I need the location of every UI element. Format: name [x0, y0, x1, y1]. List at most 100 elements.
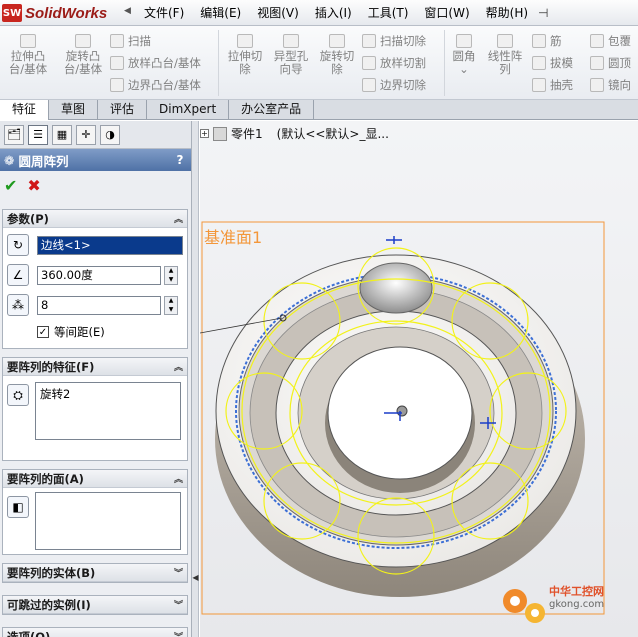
- expand-chevron-icon[interactable]: ︾: [174, 630, 183, 637]
- menu-insert[interactable]: 插入(I): [307, 0, 360, 26]
- rib-button[interactable]: 筋: [532, 32, 562, 50]
- revolve-cut-icon: [329, 34, 345, 48]
- menu-file[interactable]: 文件(F): [136, 0, 192, 26]
- solidworks-logo-icon: SW: [2, 4, 22, 22]
- ok-checkmark-icon[interactable]: ✔: [4, 176, 17, 195]
- linear-pattern-button[interactable]: 线性阵 列: [484, 34, 526, 76]
- pin-menu-icon[interactable]: ⊣: [538, 6, 548, 20]
- features-listbox[interactable]: 旋转2: [35, 382, 181, 440]
- expand-chevron-icon[interactable]: ︾: [174, 566, 183, 579]
- angle-input[interactable]: 360.00度: [37, 265, 161, 285]
- panel-tab-strip: 🗂 ☰ ▦ ✛ ◑: [0, 121, 191, 149]
- faces-to-pattern-heading: 要阵列的面(A): [7, 471, 84, 486]
- face-select-icon: ◧: [7, 496, 29, 518]
- expand-chevron-icon[interactable]: ︾: [174, 598, 183, 611]
- extrude-cut-button[interactable]: 拉伸切 除: [224, 34, 266, 76]
- hole-wizard-button[interactable]: 异型孔 向导: [270, 34, 312, 76]
- display-manager-icon[interactable]: ◑: [100, 124, 120, 145]
- loft-cut-button[interactable]: 放样切割: [362, 54, 426, 72]
- boundary-cut-button[interactable]: 边界切除: [362, 76, 426, 94]
- draft-label: 拔模: [550, 56, 573, 70]
- draft-button[interactable]: 拔模: [532, 54, 573, 72]
- faces-listbox[interactable]: [35, 492, 181, 550]
- options-header[interactable]: 选项(O) ︾: [3, 628, 187, 637]
- tab-sketch[interactable]: 草图: [49, 100, 99, 120]
- equal-spacing-row[interactable]: ✓ 等间距(E): [37, 324, 105, 340]
- dome-label: 圆顶: [608, 56, 631, 70]
- dome-button[interactable]: 圆顶: [590, 54, 631, 72]
- menu-help[interactable]: 帮助(H): [478, 0, 536, 26]
- instance-count-icon: ⁂: [7, 294, 29, 316]
- cancel-x-icon[interactable]: ✖: [27, 176, 40, 195]
- command-manager-tabs: 特征 草图 评估 DimXpert 办公室产品: [0, 100, 638, 120]
- sweep-button[interactable]: 扫描: [110, 32, 151, 50]
- graphics-area[interactable]: + 零件1 (默认<<默认>_显... 基准面1 中华工控网 gkong.com: [200, 121, 638, 637]
- shell-button[interactable]: 抽壳: [532, 76, 573, 94]
- solidworks-logo[interactable]: SW SolidWorks: [2, 2, 122, 24]
- options-heading: 选项(O): [7, 629, 51, 637]
- help-button[interactable]: ?: [173, 153, 187, 167]
- hole-wizard-label-2: 向导: [279, 62, 303, 76]
- parameters-group-header[interactable]: 参数(P) ︽: [3, 210, 187, 228]
- dimxpert-manager-icon[interactable]: ✛: [76, 124, 96, 145]
- hole-wizard-label-1: 异型孔: [273, 49, 309, 63]
- instance-count-spinner[interactable]: ▲ ▼: [164, 295, 178, 315]
- feature-manager-tree-icon[interactable]: 🗂: [4, 124, 24, 145]
- menu-window[interactable]: 窗口(W): [416, 0, 477, 26]
- rolling-ball[interactable]: [359, 262, 433, 314]
- instances-to-skip-header[interactable]: 可跳过的实例(I) ︾: [3, 596, 187, 614]
- property-manager-panel: 🗂 ☰ ▦ ✛ ◑ ❁ 圆周阵列 ? ✔ ✖ 参数(P) ︽ ↻ 边线<1> ∠…: [0, 121, 192, 637]
- collapse-chevron-icon[interactable]: ︽: [174, 212, 183, 225]
- instances-to-skip-heading: 可跳过的实例(I): [7, 597, 91, 612]
- extrude-boss-label-1: 拉伸凸: [10, 49, 46, 63]
- datum-plane-label[interactable]: 基准面1: [204, 224, 262, 248]
- panel-splitter[interactable]: ◀: [192, 121, 199, 637]
- boundary-boss-button[interactable]: 边界凸台/基体: [110, 76, 201, 94]
- model-viewport[interactable]: [200, 121, 638, 637]
- extrude-cut-label-1: 拉伸切: [227, 49, 263, 63]
- property-manager-icon[interactable]: ☰: [28, 124, 48, 145]
- revolve-boss-icon: [75, 34, 91, 48]
- rib-icon: [532, 34, 546, 48]
- extrude-cut-icon: [237, 34, 253, 48]
- angle-spinner[interactable]: ▲ ▼: [164, 265, 178, 285]
- tab-office-products[interactable]: 办公室产品: [229, 100, 315, 120]
- menu-tools[interactable]: 工具(T): [360, 0, 417, 26]
- menu-edit[interactable]: 编辑(E): [192, 0, 249, 26]
- sweep-cut-button[interactable]: 扫描切除: [362, 32, 426, 50]
- tab-features[interactable]: 特征: [0, 100, 50, 120]
- collapse-chevron-icon[interactable]: ︽: [174, 360, 183, 373]
- menu-view[interactable]: 视图(V): [249, 0, 307, 26]
- extrude-boss-button[interactable]: 拉伸凸 台/基体: [8, 34, 48, 76]
- tab-dimxpert[interactable]: DimXpert: [147, 100, 230, 120]
- parameters-group: 参数(P) ︽ ↻ 边线<1> ∠ 360.00度 ▲ ▼ ⁂ 8 ▲ ▼ ✓ 等间…: [2, 209, 188, 349]
- reverse-direction-icon[interactable]: ↻: [7, 234, 29, 256]
- loft-boss-button[interactable]: 放样凸台/基体: [110, 54, 201, 72]
- instance-count-row: ⁂ 8 ▲ ▼: [3, 294, 178, 316]
- axis-marker-top: [386, 236, 402, 244]
- pattern-axis-field[interactable]: 边线<1>: [37, 235, 183, 255]
- tab-evaluate[interactable]: 评估: [98, 100, 148, 120]
- sweep-cut-label: 扫描切除: [380, 34, 426, 48]
- revolve-boss-button[interactable]: 旋转凸 台/基体: [62, 34, 104, 76]
- collapse-panel-arrow-icon[interactable]: ◀: [192, 566, 199, 590]
- equal-spacing-checkbox[interactable]: ✓: [37, 326, 49, 338]
- watermark-url: gkong.com: [549, 599, 605, 610]
- wrap-button[interactable]: 包覆: [590, 32, 631, 50]
- sweep-label: 扫描: [128, 34, 151, 48]
- bodies-to-pattern-header[interactable]: 要阵列的实体(B) ︾: [3, 564, 187, 582]
- configuration-manager-icon[interactable]: ▦: [52, 124, 72, 145]
- mirror-button[interactable]: 镜向: [590, 76, 631, 94]
- feature-list-item[interactable]: 旋转2: [40, 386, 176, 402]
- property-manager-title: 圆周阵列: [18, 153, 69, 169]
- boundary-cut-label: 边界切除: [380, 78, 426, 92]
- collapse-chevron-icon[interactable]: ︽: [174, 472, 183, 485]
- revolve-cut-button[interactable]: 旋转切 除: [316, 34, 358, 76]
- fillet-dropdown-icon[interactable]: ⌄: [459, 62, 469, 76]
- features-to-pattern-header[interactable]: 要阵列的特征(F) ︽: [3, 358, 187, 376]
- expand-menu-arrow-icon[interactable]: ◀: [124, 6, 131, 16]
- faces-to-pattern-group: 要阵列的面(A) ︽ ◧: [2, 469, 188, 555]
- fillet-button[interactable]: 圆角 ⌄: [450, 34, 478, 76]
- faces-to-pattern-header[interactable]: 要阵列的面(A) ︽: [3, 470, 187, 488]
- instance-count-input[interactable]: 8: [37, 295, 161, 315]
